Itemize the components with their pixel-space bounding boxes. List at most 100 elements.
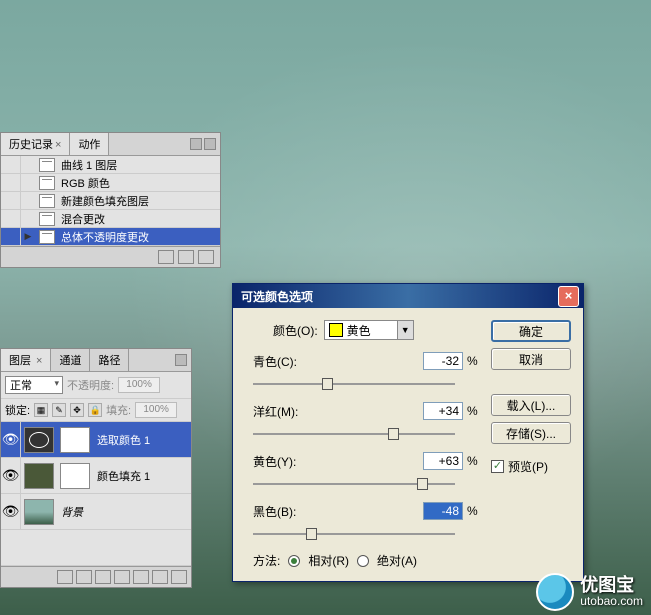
new-layer-icon[interactable] — [152, 570, 168, 584]
current-marker-icon: ▶ — [21, 231, 35, 242]
layer-row[interactable]: 👁 选取颜色 1 — [1, 422, 191, 458]
magenta-input[interactable]: +34 — [423, 402, 463, 420]
lock-transparent-icon[interactable]: ▦ — [34, 403, 48, 417]
dialog-titlebar[interactable]: 可选颜色选项 × — [233, 284, 583, 308]
selective-color-dialog: 可选颜色选项 × 颜色(O): 黄色 ▼ 青色(C): -32% 洋红(M): +3… — [232, 283, 584, 582]
layer-icon — [39, 212, 55, 226]
lock-move-icon[interactable]: ✥ — [70, 403, 84, 417]
panel-menu-icon[interactable] — [204, 138, 216, 150]
radio-relative-label: 相对(R) — [308, 552, 349, 569]
tab-history-label: 历史记录 — [9, 139, 53, 151]
layer-icon — [39, 230, 55, 244]
lock-brush-icon[interactable]: ✎ — [52, 403, 66, 417]
folder-icon[interactable] — [133, 570, 149, 584]
black-slider[interactable] — [253, 526, 455, 542]
history-item-label: 混合更改 — [59, 211, 105, 227]
radio-absolute[interactable] — [357, 555, 369, 567]
trash-icon[interactable] — [198, 250, 214, 264]
color-select[interactable]: 黄色 ▼ — [324, 320, 414, 340]
color-label: 颜色(O): — [273, 322, 318, 339]
mask-thumb — [60, 427, 90, 453]
watermark-brand: 优图宝 — [580, 576, 643, 594]
color-swatch-icon — [329, 323, 343, 337]
visibility-icon[interactable]: 👁 — [1, 422, 21, 457]
tab-layers[interactable]: 图层 × — [1, 349, 51, 371]
layers-footer — [1, 566, 191, 587]
panel-menu-icon[interactable] — [175, 354, 187, 366]
close-button[interactable]: × — [558, 286, 579, 307]
layer-row[interactable]: 👁 背景 — [1, 494, 191, 530]
history-tabs: 历史记录× 动作 — [1, 133, 220, 156]
history-item-label: 新建颜色填充图层 — [59, 193, 149, 209]
visibility-icon[interactable]: 👁 — [1, 494, 21, 529]
history-panel: 历史记录× 动作 曲线 1 图层 RGB 颜色 新建颜色填充图层 混合更改 ▶总… — [0, 132, 221, 268]
magenta-slider[interactable] — [253, 426, 455, 442]
layer-row[interactable]: 👁 颜色填充 1 — [1, 458, 191, 494]
snapshot-icon[interactable] — [178, 250, 194, 264]
ok-button[interactable]: 确定 — [491, 320, 571, 342]
history-footer — [1, 246, 220, 267]
percent-label: % — [463, 404, 481, 418]
radio-absolute-label: 绝对(A) — [377, 552, 417, 569]
fill-thumb — [24, 463, 54, 489]
trash-icon[interactable] — [171, 570, 187, 584]
percent-label: % — [463, 454, 481, 468]
close-icon[interactable]: × — [33, 355, 42, 367]
yellow-input[interactable]: +63 — [423, 452, 463, 470]
dialog-title: 可选颜色选项 — [237, 288, 558, 305]
history-item[interactable]: 混合更改 — [1, 210, 220, 228]
color-value: 黄色 — [347, 322, 397, 339]
fx-icon[interactable] — [76, 570, 92, 584]
history-item-label: RGB 颜色 — [59, 175, 110, 191]
preview-checkbox[interactable]: ✓ — [491, 460, 504, 473]
method-label: 方法: — [253, 552, 280, 569]
cancel-button[interactable]: 取消 — [491, 348, 571, 370]
radio-relative[interactable] — [288, 555, 300, 567]
adjustment-icon[interactable] — [114, 570, 130, 584]
lock-all-icon[interactable]: 🔒 — [88, 403, 102, 417]
layer-icon — [39, 158, 55, 172]
fill-value[interactable]: 100% — [135, 402, 177, 418]
close-icon[interactable]: × — [55, 139, 61, 151]
visibility-icon[interactable]: 👁 — [1, 458, 21, 493]
cyan-slider[interactable] — [253, 376, 455, 392]
tab-actions[interactable]: 动作 — [70, 133, 109, 155]
tab-history[interactable]: 历史记录× — [1, 133, 70, 155]
history-item[interactable]: RGB 颜色 — [1, 174, 220, 192]
panel-min-icon[interactable] — [190, 138, 202, 150]
layer-icon — [39, 194, 55, 208]
yellow-slider[interactable] — [253, 476, 455, 492]
load-button[interactable]: 载入(L)... — [491, 394, 571, 416]
watermark-url: utobao.com — [580, 594, 643, 608]
lock-label: 锁定: — [5, 402, 30, 418]
tab-channels[interactable]: 通道 — [51, 349, 90, 371]
blend-mode-select[interactable]: 正常 — [5, 376, 63, 394]
history-item[interactable]: ▶总体不透明度更改 — [1, 228, 220, 246]
cyan-label: 青色(C): — [245, 353, 305, 370]
opacity-label: 不透明度: — [67, 377, 114, 393]
black-input[interactable]: -48 — [423, 502, 463, 520]
tab-paths[interactable]: 路径 — [90, 349, 129, 371]
tab-layers-label: 图层 — [9, 355, 31, 367]
opacity-value[interactable]: 100% — [118, 377, 160, 393]
yellow-label: 黄色(Y): — [245, 453, 305, 470]
cyan-input[interactable]: -32 — [423, 352, 463, 370]
layer-name: 选取颜色 1 — [93, 432, 150, 448]
percent-label: % — [463, 504, 481, 518]
preview-label: 预览(P) — [508, 458, 548, 475]
save-button[interactable]: 存储(S)... — [491, 422, 571, 444]
mask-thumb — [60, 463, 90, 489]
new-doc-icon[interactable] — [158, 250, 174, 264]
percent-label: % — [463, 354, 481, 368]
history-item[interactable]: 新建颜色填充图层 — [1, 192, 220, 210]
link-icon[interactable] — [57, 570, 73, 584]
adjustment-thumb — [24, 427, 54, 453]
watermark: 优图宝 utobao.com — [536, 573, 643, 611]
mask-icon[interactable] — [95, 570, 111, 584]
black-label: 黑色(B): — [245, 503, 305, 520]
history-item-label: 曲线 1 图层 — [59, 157, 117, 173]
history-item[interactable]: 曲线 1 图层 — [1, 156, 220, 174]
magenta-label: 洋红(M): — [245, 403, 305, 420]
layer-name: 颜色填充 1 — [93, 468, 150, 484]
logo-icon — [536, 573, 574, 611]
